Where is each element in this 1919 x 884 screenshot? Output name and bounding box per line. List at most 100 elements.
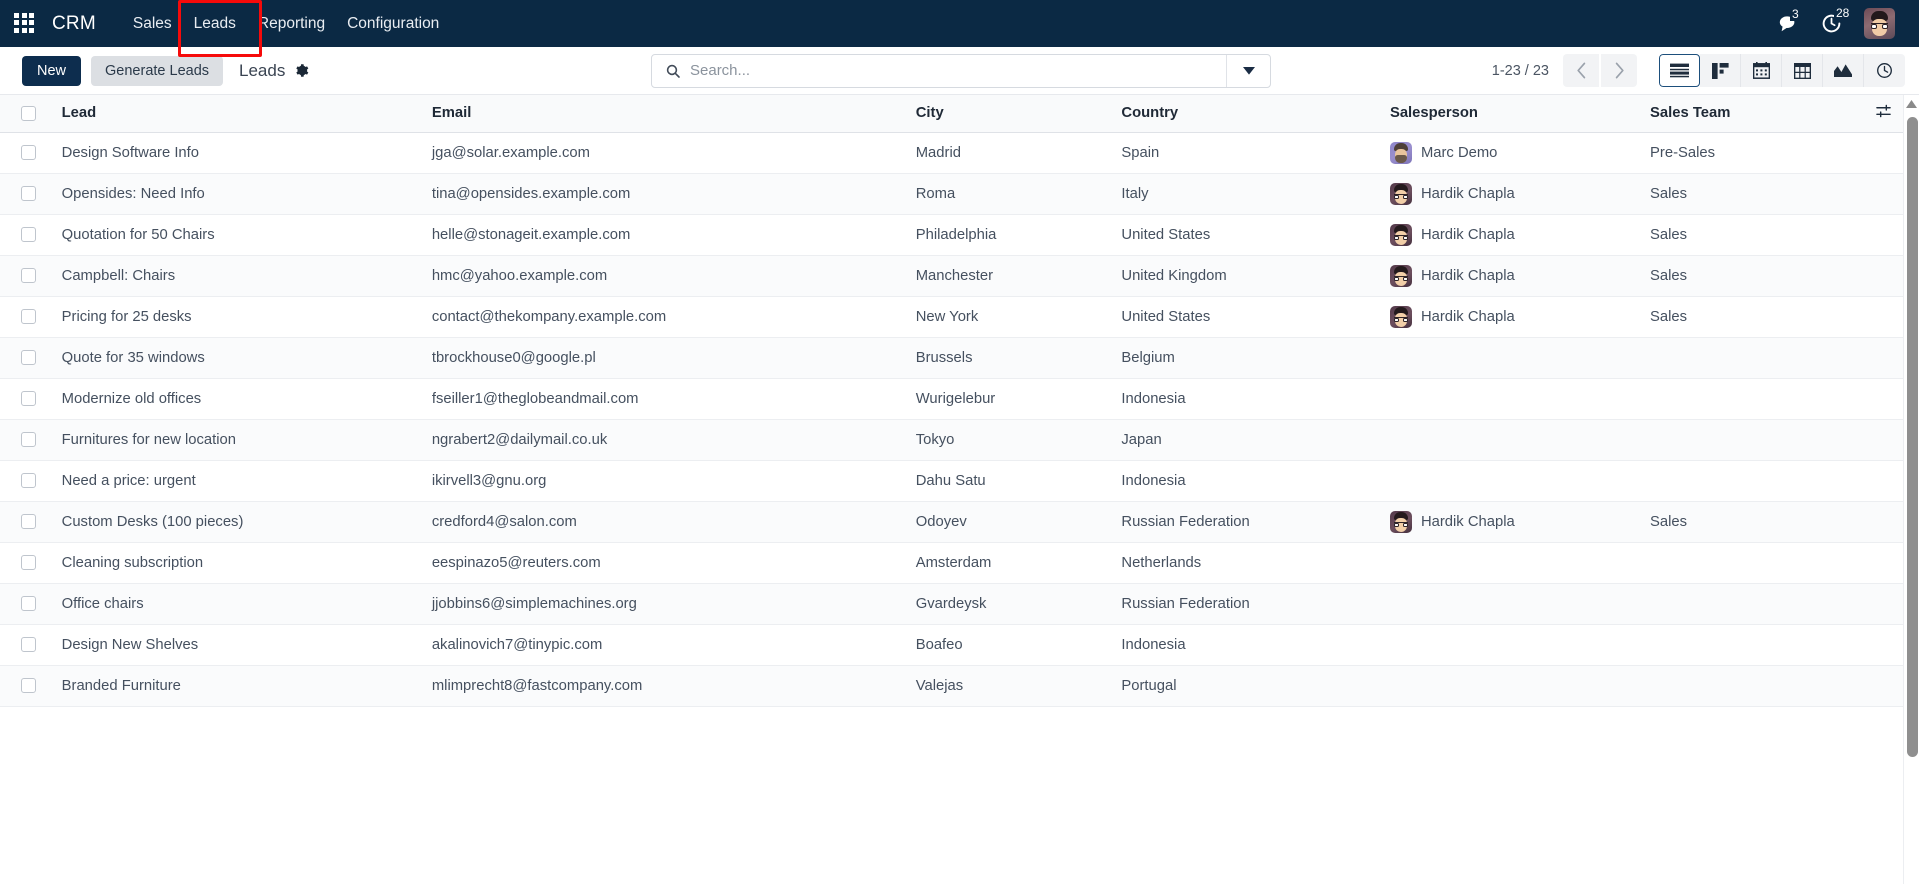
row-checkbox[interactable] [21, 186, 36, 201]
table-row[interactable]: Campbell: Chairs hmc@yahoo.example.com Man… [0, 255, 1903, 297]
cell-country: Japan [1115, 419, 1384, 461]
table-row[interactable]: Pricing for 25 desks contact@thekompany.e… [0, 296, 1903, 338]
avatar-beard [1394, 154, 1407, 163]
cell-salesperson [1383, 583, 1645, 625]
table-row[interactable]: Design New Shelves akalinovich7@tinypic.c… [0, 624, 1903, 666]
navbar-right-systray: 3 28 [1777, 6, 1901, 39]
column-header-sales-team[interactable]: Sales Team [1644, 95, 1850, 133]
cell-salesperson [1383, 378, 1645, 420]
row-checkbox[interactable] [21, 350, 36, 365]
salesperson-name: Hardik Chapla [1420, 513, 1515, 530]
cell-email: akalinovich7@tinypic.com [425, 624, 910, 666]
cell-lead: Furnitures for new location [55, 419, 426, 461]
table-row[interactable]: Need a price: urgent ikirvell3@gnu.org Dah… [0, 460, 1903, 502]
cell-salesperson [1383, 337, 1645, 379]
messages-count-badge: 3 [1790, 6, 1801, 21]
row-checkbox[interactable] [21, 678, 36, 693]
view-button-list[interactable] [1659, 54, 1700, 87]
row-select-cell [0, 296, 56, 338]
generate-leads-button[interactable]: Generate Leads [91, 55, 224, 86]
table-body: Design Software Info jga@solar.example.co… [0, 132, 1903, 707]
cell-sales-team [1644, 419, 1850, 461]
column-header-city[interactable]: City [909, 95, 1116, 133]
row-checkbox[interactable] [21, 514, 36, 529]
cell-city: Philadelphia [909, 214, 1116, 256]
app-brand-crm[interactable]: CRM [52, 13, 96, 35]
column-header-salesperson[interactable]: Salesperson [1383, 95, 1645, 133]
row-checkbox[interactable] [21, 227, 36, 242]
scroll-thumb[interactable] [1906, 117, 1918, 757]
nav-menu-leads[interactable]: Leads [183, 9, 247, 39]
column-header-lead[interactable]: Lead [55, 95, 426, 133]
table-row[interactable]: Furnitures for new location ngrabert2@dai… [0, 419, 1903, 461]
cell-city: Tokyo [909, 419, 1116, 461]
row-select-cell [0, 255, 56, 297]
cell-spacer [1849, 583, 1903, 625]
salesperson-avatar [1389, 141, 1412, 164]
cell-spacer [1849, 665, 1903, 707]
column-header-email[interactable]: Email [425, 95, 910, 133]
top-navbar: CRM Sales Leads Reporting Configuration … [0, 0, 1919, 57]
table-row[interactable]: Custom Desks (100 pieces) credford4@salon… [0, 501, 1903, 543]
row-checkbox[interactable] [21, 555, 36, 570]
table-row[interactable]: Quote for 35 windows tbrockhouse0@google.… [0, 337, 1903, 379]
gear-icon[interactable] [294, 63, 309, 78]
cell-country: United Kingdom [1115, 255, 1384, 297]
row-checkbox[interactable] [21, 432, 36, 447]
activities-systray[interactable]: 28 [1821, 6, 1852, 34]
select-all-checkbox[interactable] [21, 105, 36, 121]
column-header-country[interactable]: Country [1115, 95, 1384, 133]
cell-lead: Office chairs [55, 583, 426, 625]
row-select-cell [0, 173, 56, 215]
view-button-pivot[interactable] [1782, 54, 1823, 87]
search-input[interactable] [690, 54, 1226, 87]
table-row[interactable]: Office chairs jjobbins6@simplemachines.or… [0, 583, 1903, 625]
pager-previous-button[interactable] [1563, 54, 1599, 87]
table-row[interactable]: Design Software Info jga@solar.example.co… [0, 132, 1903, 174]
cell-email: jga@solar.example.com [425, 132, 910, 174]
cell-spacer [1849, 255, 1903, 297]
row-checkbox[interactable] [21, 145, 36, 160]
table-row[interactable]: Cleaning subscription eespinazo5@reuters.… [0, 542, 1903, 584]
optional-columns-dropdown[interactable] [1849, 95, 1903, 133]
view-button-activity[interactable] [1864, 54, 1905, 87]
view-button-kanban[interactable] [1700, 54, 1741, 87]
row-checkbox[interactable] [21, 391, 36, 406]
table-row[interactable]: Quotation for 50 Chairs helle@stonageit.e… [0, 214, 1903, 256]
table-row[interactable]: Modernize old offices fseiller1@theglobea… [0, 378, 1903, 420]
nav-menu-configuration[interactable]: Configuration [336, 9, 450, 39]
table-row[interactable]: Branded Furniture mlimprecht8@fastcompany… [0, 665, 1903, 707]
row-checkbox[interactable] [21, 637, 36, 652]
cell-salesperson: Hardik Chapla [1383, 214, 1645, 256]
nav-menu-reporting[interactable]: Reporting [247, 9, 336, 39]
cell-country: United States [1115, 296, 1384, 338]
nav-menu-sales[interactable]: Sales [122, 9, 183, 39]
row-checkbox[interactable] [21, 309, 36, 324]
cell-sales-team: Sales [1644, 173, 1850, 215]
new-button[interactable]: New [22, 55, 82, 86]
cell-spacer [1849, 501, 1903, 543]
row-checkbox[interactable] [21, 268, 36, 283]
cell-lead: Quotation for 50 Chairs [55, 214, 426, 256]
row-select-cell [0, 378, 56, 420]
vertical-scrollbar[interactable] [1903, 95, 1919, 884]
row-checkbox[interactable] [21, 596, 36, 611]
view-button-calendar[interactable] [1741, 54, 1782, 87]
user-avatar[interactable] [1864, 8, 1895, 39]
breadcrumb-label[interactable]: Leads [239, 61, 285, 81]
apps-grid-icon[interactable] [14, 12, 36, 35]
scroll-up-arrow-icon[interactable] [1904, 95, 1919, 112]
row-checkbox[interactable] [21, 473, 36, 488]
cell-spacer [1849, 542, 1903, 584]
cell-sales-team: Sales [1644, 501, 1850, 543]
table-row[interactable]: Opensides: Need Info tina@opensides.examp… [0, 173, 1903, 215]
messages-systray[interactable]: 3 [1777, 6, 1801, 34]
view-button-graph[interactable] [1823, 54, 1864, 87]
pager-counter[interactable]: 1-23 / 23 [1492, 63, 1549, 79]
cell-city: Brussels [909, 337, 1116, 379]
cell-spacer [1849, 624, 1903, 666]
cell-email: ikirvell3@gnu.org [425, 460, 910, 502]
cell-email: hmc@yahoo.example.com [425, 255, 910, 297]
pager-next-button[interactable] [1601, 54, 1637, 87]
search-dropdown-toggle[interactable] [1226, 54, 1270, 87]
